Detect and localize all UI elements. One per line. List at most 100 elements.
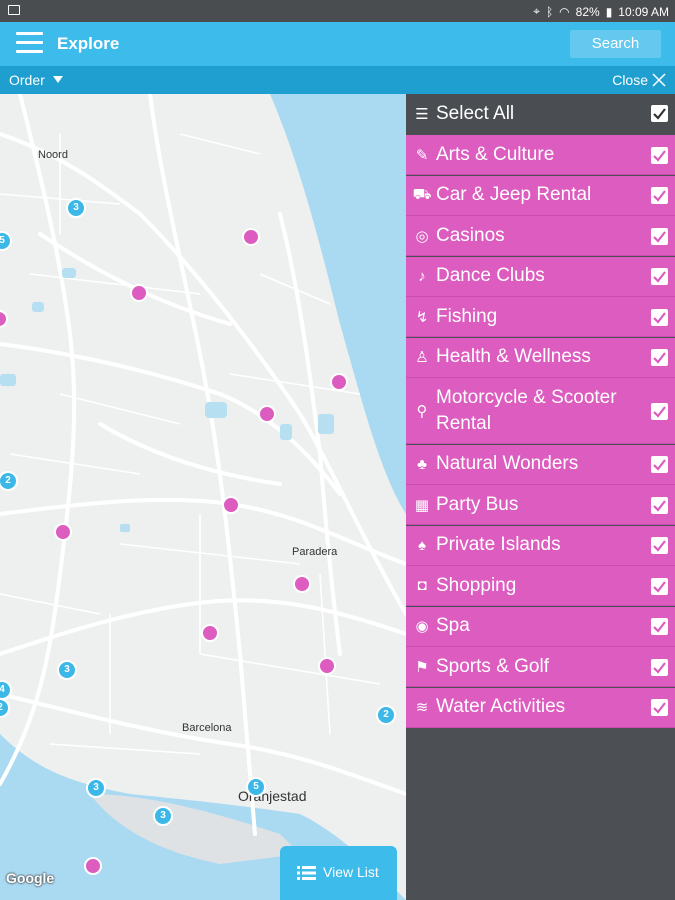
map-cluster[interactable]: 3 (66, 198, 86, 218)
filter-checkbox[interactable] (651, 146, 668, 164)
map-cluster[interactable]: 3 (153, 806, 173, 826)
filter-checkbox[interactable] (651, 618, 668, 635)
filter-label: Health & Wellness (436, 346, 591, 367)
select-all-checkbox[interactable] (651, 105, 668, 122)
poi-marker[interactable] (201, 624, 219, 642)
checkmark-icon (653, 271, 666, 283)
filter-label: Shopping (436, 574, 517, 596)
filter-row[interactable]: ≋ Water Activities (406, 687, 675, 728)
scooter-icon: ⚲ (416, 402, 428, 420)
map-label-noord: Noord (38, 149, 68, 161)
map-cluster[interactable]: 2 (376, 705, 396, 725)
search-button[interactable]: Search (570, 30, 661, 58)
poi-marker[interactable] (330, 373, 348, 391)
filter-toolbar: Order Close (0, 66, 675, 94)
map-view[interactable]: Noord Paradera Barcelona Oranjestad 3 5 … (0, 94, 406, 900)
poi-marker[interactable] (293, 575, 311, 593)
google-logo: Google (6, 870, 55, 886)
filter-row[interactable]: ⛟ Car & Jeep Rental (406, 175, 675, 216)
filter-checkbox[interactable] (651, 402, 668, 420)
filter-row[interactable]: ◘ Shopping (406, 566, 675, 606)
palm-icon: ♠ (418, 536, 426, 554)
poi-marker[interactable] (318, 657, 336, 675)
filter-row[interactable]: ♙ Health & Wellness (406, 337, 675, 378)
car-icon: ⛟ (412, 185, 432, 203)
filter-row[interactable]: ♪ Dance Clubs (406, 256, 675, 297)
filter-checkbox[interactable] (651, 227, 668, 245)
category-filter-panel: ☰ Select All ✎ Arts & Culture ⛟ Car & Jeep … (406, 94, 675, 900)
filter-checkbox[interactable] (651, 537, 668, 554)
gallery-notification-icon (8, 5, 20, 15)
filter-label: Spa (436, 615, 470, 636)
filter-row[interactable]: ▦ Party Bus (406, 485, 675, 525)
checkmark-icon (653, 108, 666, 120)
filter-label: Natural Wonders (436, 453, 579, 474)
filter-checkbox[interactable] (651, 456, 668, 473)
battery-percent: 82% (575, 4, 600, 19)
battery-icon: ▮ (605, 4, 613, 19)
menu-icon[interactable] (16, 32, 43, 54)
filter-row[interactable]: ◉ Spa (406, 606, 675, 647)
filter-label: Party Bus (436, 493, 519, 515)
filter-checkbox[interactable] (651, 349, 668, 366)
map-cluster[interactable]: 3 (57, 660, 77, 680)
location-icon: ⌖ (533, 4, 540, 18)
filter-label: Private Islands (436, 534, 561, 555)
map-label-paradera: Paradera (292, 546, 338, 558)
filter-row[interactable]: ↯ Fishing (406, 297, 675, 337)
select-all-row[interactable]: ☰ Select All (406, 94, 675, 134)
filter-label: Motorcycle & Scooter Rental (436, 386, 617, 434)
spa-icon: ◉ (415, 618, 429, 635)
checklist-icon: ☰ (415, 106, 429, 123)
close-icon[interactable] (651, 72, 667, 88)
checkmark-icon (653, 405, 666, 418)
filter-checkbox[interactable] (651, 268, 668, 285)
poi-marker[interactable] (84, 857, 102, 875)
checkmark-icon (653, 230, 666, 243)
page-title: Explore (57, 34, 120, 53)
filter-row[interactable]: ♣ Natural Wonders (406, 444, 675, 485)
poi-marker[interactable] (258, 405, 276, 423)
filter-row[interactable]: ⚑ Sports & Golf (406, 647, 675, 687)
golfer-icon: ⚑ (415, 658, 429, 676)
chevron-down-icon[interactable] (53, 76, 63, 83)
map-cluster[interactable]: 5 (246, 777, 266, 797)
filter-checkbox[interactable] (651, 496, 668, 514)
wifi-icon: ◠ (559, 4, 570, 19)
checkmark-icon (653, 580, 666, 593)
close-button[interactable]: Close (612, 72, 648, 88)
filter-checkbox[interactable] (651, 699, 668, 716)
map-label-barcelona: Barcelona (182, 722, 232, 734)
app-bar: Explore Search (0, 22, 675, 66)
filter-label: Arts & Culture (436, 143, 555, 165)
checkmark-icon (653, 149, 666, 162)
poi-marker[interactable] (54, 523, 72, 541)
filter-checkbox[interactable] (651, 308, 668, 326)
meditation-icon: ♙ (415, 349, 429, 366)
filter-checkbox[interactable] (651, 658, 668, 676)
filter-label: Sports & Golf (436, 655, 549, 677)
poi-marker[interactable] (242, 228, 260, 246)
filter-row[interactable]: ◎ Casinos (406, 216, 675, 256)
map-cluster[interactable]: 3 (86, 778, 106, 798)
filter-row[interactable]: ⚲ Motorcycle & Scooter Rental (406, 378, 675, 444)
waves-icon: ≋ (415, 699, 429, 716)
filter-checkbox[interactable] (651, 577, 668, 595)
checkmark-icon (653, 621, 666, 633)
status-bar-right: ⌖ ᛒ ◠ 82% ▮ 10:09 AM (533, 4, 669, 19)
view-list-button[interactable]: View List (280, 846, 397, 900)
filter-checkbox[interactable] (651, 187, 668, 204)
checkmark-icon (653, 702, 666, 714)
filter-label: Dance Clubs (436, 265, 545, 286)
checkmark-icon (653, 661, 666, 674)
checkmark-icon (653, 352, 666, 364)
filter-label: Casinos (436, 224, 505, 246)
poi-marker[interactable] (222, 496, 240, 514)
chip-icon: ◎ (415, 227, 429, 245)
poi-marker[interactable] (130, 284, 148, 302)
filter-row[interactable]: ♠ Private Islands (406, 525, 675, 566)
status-bar: ⌖ ᛒ ◠ 82% ▮ 10:09 AM (0, 0, 675, 22)
filter-row[interactable]: ✎ Arts & Culture (406, 135, 675, 175)
clock: 10:09 AM (618, 4, 669, 19)
order-dropdown[interactable]: Order (9, 72, 45, 88)
